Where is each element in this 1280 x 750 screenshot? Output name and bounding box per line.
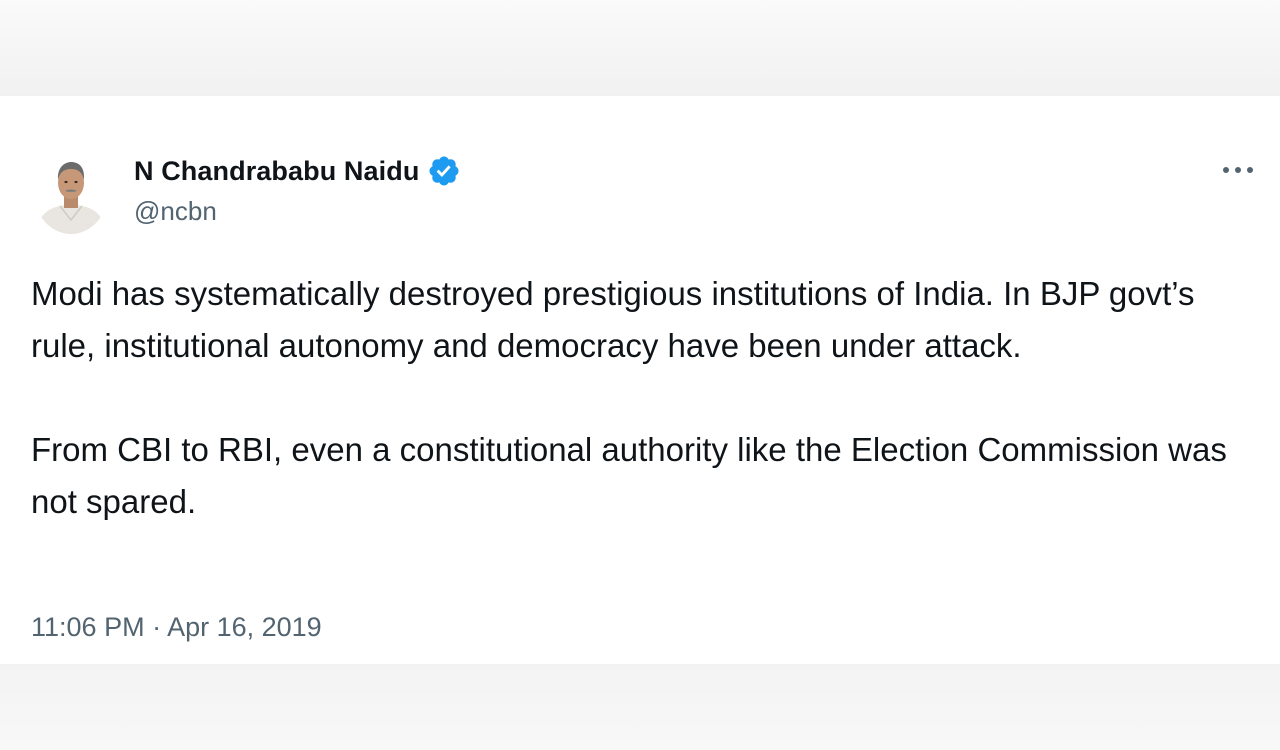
tweet-paragraph-1: Modi has systematically destroyed presti… [31, 275, 1195, 364]
bottom-background-band [0, 664, 1280, 750]
top-background-band [0, 0, 1280, 96]
avatar[interactable] [34, 150, 108, 234]
author-name-row: N Chandrababu Naidu [134, 154, 461, 188]
author-handle[interactable]: @ncbn [134, 196, 217, 227]
author-display-name[interactable]: N Chandrababu Naidu [134, 156, 419, 187]
tweet-paragraph-2: From CBI to RBI, even a constitutional a… [31, 431, 1227, 520]
tweet-timestamp[interactable]: 11:06 PM · Apr 16, 2019 [31, 612, 322, 643]
tweet-card: N Chandrababu Naidu @ncbn Modi has syste… [0, 96, 1280, 664]
more-options-icon [1223, 167, 1253, 173]
verified-badge-icon[interactable] [427, 154, 461, 188]
tweet-body: Modi has systematically destroyed presti… [31, 268, 1256, 528]
more-options-button[interactable] [1218, 156, 1258, 184]
profile-photo-icon [34, 150, 108, 234]
